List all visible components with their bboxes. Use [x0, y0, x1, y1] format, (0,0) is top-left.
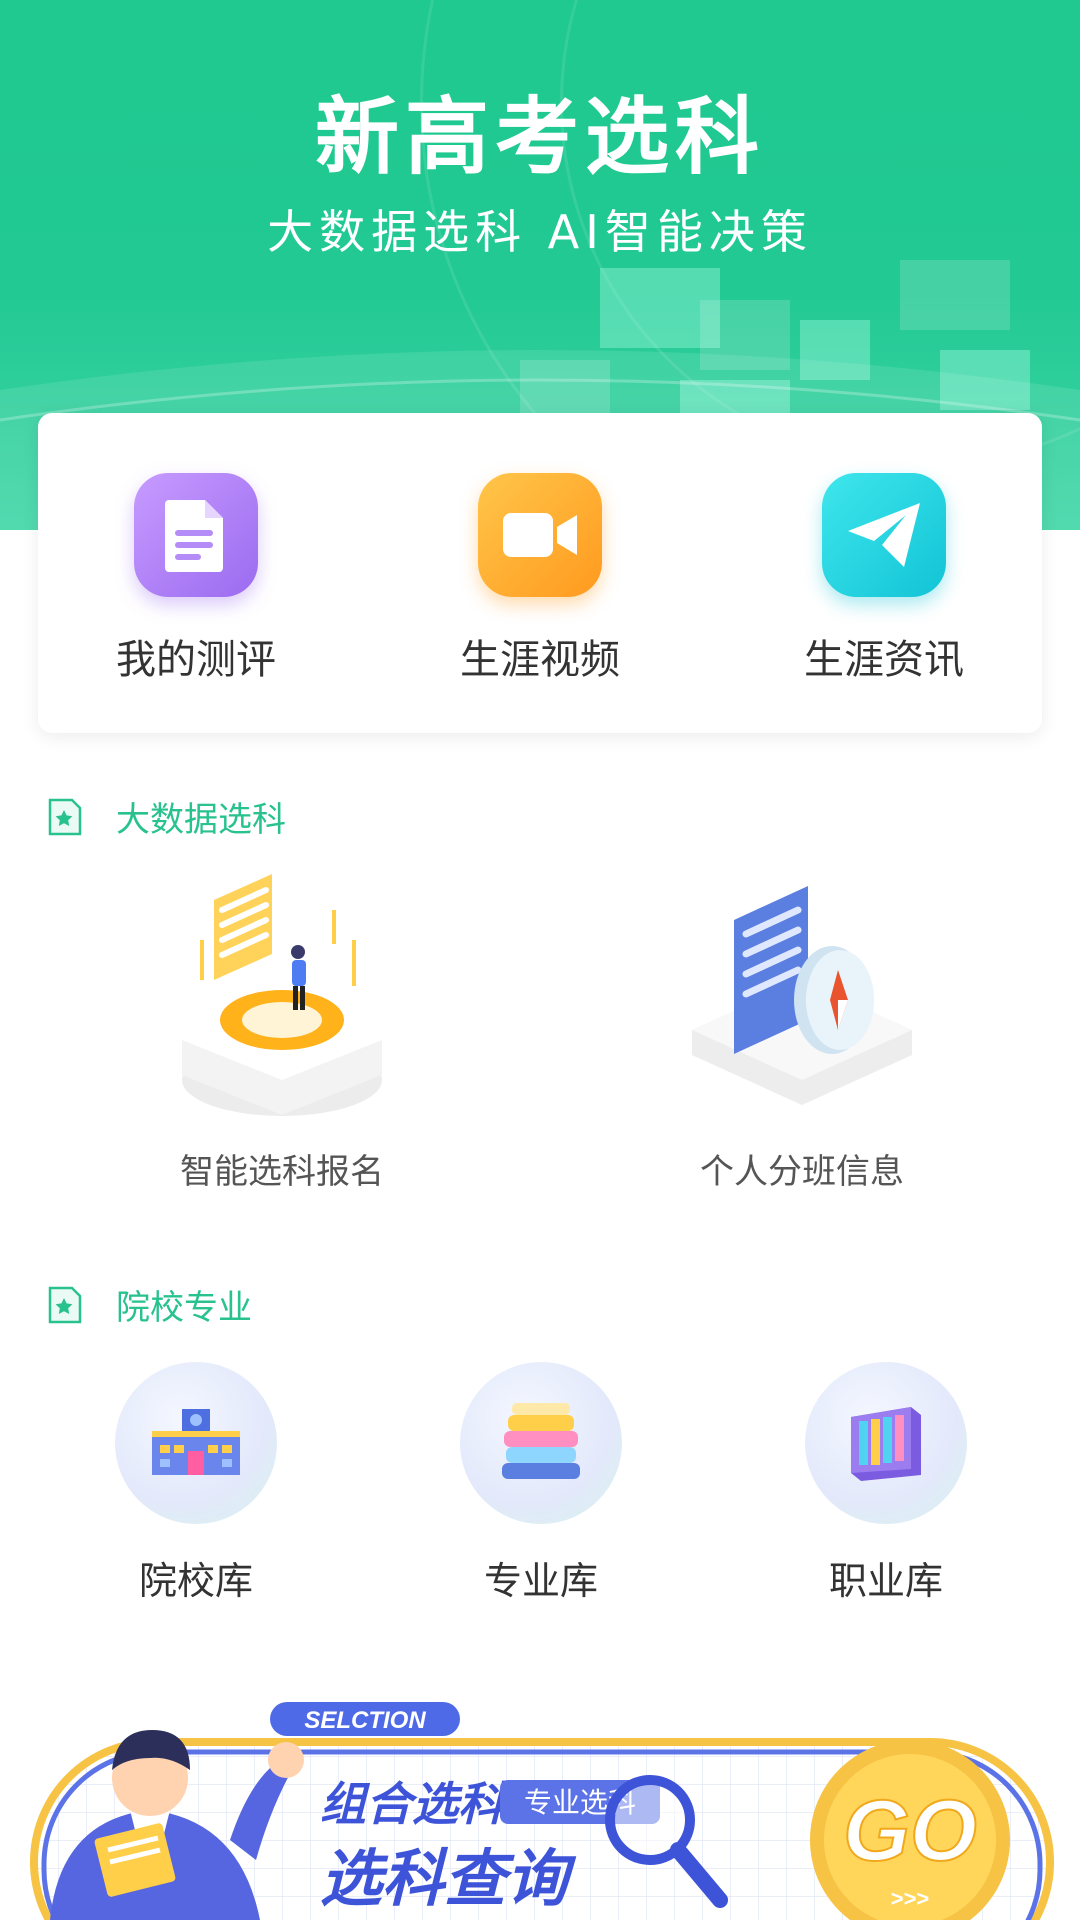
quick-link-label: 生涯视频	[460, 637, 620, 683]
quick-link-label: 生涯资讯	[804, 637, 964, 683]
page-title: 新高考选科	[314, 88, 765, 186]
major-library[interactable]: 专业库	[441, 1362, 641, 1605]
selection-query-banner[interactable]: SELCTION 组合选科 专业选科 选科查询 GO >>>	[30, 1700, 1054, 1920]
paper-plane-icon	[822, 473, 946, 597]
college-library[interactable]: 院校库	[96, 1362, 296, 1605]
section-header-colleges: 院校专业	[46, 1280, 252, 1329]
career-library[interactable]: 职业库	[786, 1362, 986, 1605]
personal-class-info-label: 个人分班信息	[700, 1152, 904, 1192]
quick-link-career-news[interactable]: 生涯资讯	[774, 473, 994, 685]
school-building-icon	[115, 1362, 277, 1524]
selection-tag: SELCTION	[270, 1702, 460, 1736]
svg-text:GO: GO	[843, 1783, 977, 1879]
college-library-label: 院校库	[138, 1559, 253, 1603]
major-library-label: 专业库	[483, 1559, 598, 1603]
career-library-label: 职业库	[828, 1559, 943, 1603]
page-subtitle: 大数据选科 AI智能决策	[267, 205, 813, 259]
person-on-platform-illustration	[182, 874, 382, 1116]
section-title: 院校专业	[116, 1288, 252, 1328]
banner-line-1: 组合选科	[320, 1777, 508, 1831]
section-header-big-data: 大数据选科	[46, 792, 286, 841]
quick-links-card: 我的测评 生涯视频 生涯资讯	[38, 413, 1042, 733]
quick-link-my-assessment[interactable]: 我的测评	[86, 473, 306, 685]
bookshelf-icon	[805, 1362, 967, 1524]
quick-link-career-video[interactable]: 生涯视频	[430, 473, 650, 685]
section-title: 大数据选科	[116, 800, 286, 840]
personal-class-info[interactable]: 个人分班信息	[652, 870, 952, 1193]
document-icon	[134, 473, 258, 597]
smart-selection-signup[interactable]: 智能选科报名	[132, 870, 432, 1193]
banner-line-2: 选科查询	[320, 1842, 577, 1915]
quick-link-label: 我的测评	[116, 637, 276, 683]
star-bookmark-icon	[48, 1286, 82, 1323]
svg-text:SELCTION: SELCTION	[304, 1707, 426, 1734]
video-camera-icon	[478, 473, 602, 597]
book-stack-icon	[460, 1362, 622, 1524]
smart-selection-signup-label: 智能选科报名	[180, 1152, 384, 1192]
svg-text:>>>: >>>	[891, 1886, 930, 1911]
star-bookmark-icon	[48, 798, 82, 835]
document-compass-illustration	[692, 886, 912, 1105]
